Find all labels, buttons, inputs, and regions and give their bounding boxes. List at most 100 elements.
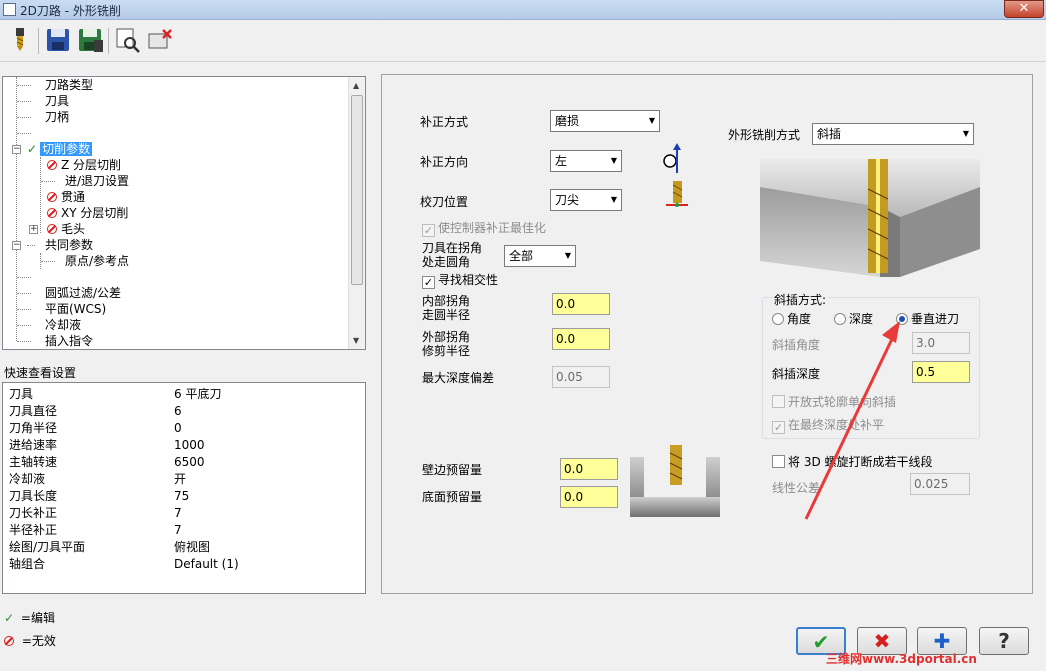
table-row: 刀长补正 7 bbox=[9, 506, 182, 520]
tree-item-blank[interactable] bbox=[17, 269, 45, 285]
table-row: 主轴转速 6500 bbox=[9, 455, 205, 469]
tree-item-tool[interactable]: 刀具 bbox=[17, 93, 69, 109]
comp-type-select[interactable]: 磨损 ▼ bbox=[550, 110, 660, 132]
collapse-toggle[interactable]: − bbox=[12, 145, 21, 154]
check-icon: ✓ bbox=[27, 142, 38, 156]
invalid-icon bbox=[4, 636, 14, 646]
chevron-down-icon: ▼ bbox=[610, 156, 617, 165]
linear-tol-input[interactable]: 0.025 bbox=[910, 473, 970, 495]
delete-button[interactable] bbox=[146, 26, 174, 54]
table-row: 刀角半径 0 bbox=[9, 421, 182, 435]
table-row: 轴组合 Default (1) bbox=[9, 557, 239, 571]
outer-corner-label: 外部拐角 修剪半径 bbox=[422, 330, 471, 358]
chevron-down-icon: ▼ bbox=[564, 251, 571, 260]
ramp-angle-input[interactable]: 3.0 bbox=[912, 332, 970, 354]
wall-stock-label: 壁边预留量 bbox=[422, 463, 483, 477]
invalid-icon bbox=[47, 192, 57, 202]
comp-dir-label: 补正方向 bbox=[420, 155, 469, 169]
tree-line bbox=[40, 157, 41, 233]
ramp-depth-input[interactable]: 0.5 bbox=[912, 361, 970, 383]
table-row: 刀具 6 平底刀 bbox=[9, 387, 222, 401]
quick-view-table: 刀具 6 平底刀 刀具直径 6 刀角半径 0 进给速率 1000 主轴转速 6500 冷却… bbox=[2, 382, 366, 594]
quick-view-title: 快速查看设置 bbox=[4, 366, 77, 380]
tree-item-home-ref[interactable]: 原点/参考点 bbox=[41, 253, 129, 269]
tree-scrollbar[interactable]: ▲ ▼ bbox=[348, 77, 365, 349]
save-as-button[interactable] bbox=[76, 26, 104, 54]
chevron-down-icon: ▼ bbox=[648, 116, 655, 125]
tree-item-cut-params[interactable]: ✓ 切削参数 bbox=[27, 141, 93, 157]
max-depth-variance-input[interactable]: 0.05 bbox=[552, 366, 610, 388]
save-button[interactable] bbox=[44, 26, 72, 54]
help-button[interactable]: ? bbox=[979, 627, 1029, 655]
tree-item-coolant[interactable]: 冷却液 bbox=[17, 317, 81, 333]
comp-dir-select[interactable]: 左 ▼ bbox=[550, 150, 622, 172]
invalid-icon bbox=[47, 208, 57, 218]
comp-direction-icon bbox=[663, 143, 681, 173]
floor-stock-label: 底面预留量 bbox=[422, 490, 483, 504]
tool-button[interactable] bbox=[6, 26, 34, 54]
floor-stock-input[interactable]: 0.0 bbox=[560, 486, 618, 508]
table-row: 半径补正 7 bbox=[9, 523, 182, 537]
contour-preview-image bbox=[760, 159, 980, 277]
tree-item-depth-cuts[interactable]: Z 分层切削 bbox=[47, 157, 121, 173]
cut-params-panel: 补正方式 磨损 ▼ 补正方向 左 ▼ 校刀位置 刀尖 ▼ ✓ 使控制器补正最佳化 刀具在… bbox=[381, 74, 1033, 594]
table-row: 冷却液开 bbox=[9, 472, 187, 486]
legend-invalid: =无效 bbox=[4, 632, 56, 649]
table-row: 刀具直径 6 bbox=[9, 404, 182, 418]
close-icon: ✕ bbox=[1018, 1, 1030, 16]
title-bar: 2D刀路 - 外形铣削 ✕ bbox=[0, 0, 1046, 20]
preview-button[interactable] bbox=[114, 26, 142, 54]
tool-icon bbox=[16, 28, 24, 51]
tool-tip-icon bbox=[666, 181, 688, 207]
watermark: 三维网www.3dportal.cn bbox=[826, 652, 977, 666]
parameter-tree: 刀路类型 刀具 刀柄 − ✓ 切削参数 Z 分层切削 进/退刀设置 贯通 XY 分… bbox=[2, 76, 366, 350]
tree-item-blank[interactable] bbox=[17, 125, 45, 141]
toolbar-separator bbox=[108, 28, 109, 54]
app-icon bbox=[3, 3, 16, 16]
tip-comp-select[interactable]: 刀尖 ▼ bbox=[550, 189, 622, 211]
outer-corner-radius-input[interactable]: 0.0 bbox=[552, 328, 610, 350]
optimize-comp-checkbox[interactable]: ✓ 使控制器补正最佳化 bbox=[422, 219, 546, 237]
close-button[interactable]: ✕ bbox=[1004, 0, 1044, 18]
scroll-down-icon[interactable]: ▼ bbox=[353, 336, 359, 345]
contour-type-label: 外形铣削方式 bbox=[728, 128, 801, 142]
roll-corners-select[interactable]: 全部 ▼ bbox=[504, 245, 576, 267]
inner-corner-label: 内部拐角 走圆半径 bbox=[422, 294, 471, 322]
invalid-icon bbox=[47, 160, 57, 170]
comp-type-label: 补正方式 bbox=[420, 115, 469, 129]
table-row: 进给速率 1000 bbox=[9, 438, 205, 452]
collapse-toggle[interactable]: − bbox=[12, 241, 21, 250]
check-icon: ✓ bbox=[4, 611, 15, 625]
find-intersect-checkbox[interactable]: ✓ 寻找相交性 bbox=[422, 271, 498, 289]
scroll-up-icon[interactable]: ▲ bbox=[353, 81, 359, 90]
legend-edit: ✓ =编辑 bbox=[4, 611, 55, 625]
tree-item-break-through[interactable]: 贯通 bbox=[47, 189, 85, 205]
tree-item-canned-text[interactable]: 插入指令 bbox=[17, 333, 93, 349]
toolbar-separator bbox=[38, 28, 39, 54]
tree-item-toolpath-type[interactable]: 刀路类型 bbox=[17, 77, 93, 93]
tree-item-linking-params[interactable]: 共同参数 bbox=[27, 237, 93, 253]
inner-corner-radius-input[interactable]: 0.0 bbox=[552, 293, 610, 315]
wall-stock-input[interactable]: 0.0 bbox=[560, 458, 618, 480]
table-row: 绘图/刀具平面 俯视图 bbox=[9, 540, 211, 554]
delete-icon bbox=[148, 29, 172, 49]
window-title: 2D刀路 - 外形铣削 bbox=[20, 4, 121, 18]
chevron-down-icon: ▼ bbox=[610, 195, 617, 204]
expand-toggle[interactable]: + bbox=[29, 225, 38, 234]
tree-item-multi-passes[interactable]: XY 分层切削 bbox=[47, 205, 128, 221]
preview-icon bbox=[116, 28, 140, 53]
chevron-down-icon: ▼ bbox=[962, 129, 969, 138]
save-icon bbox=[47, 29, 69, 51]
tree-item-arc-filter[interactable]: 圆弧过滤/公差 bbox=[17, 285, 121, 301]
scroll-thumb[interactable] bbox=[351, 95, 363, 285]
max-depth-label: 最大深度偏差 bbox=[422, 371, 495, 385]
tree-item-planes[interactable]: 平面(WCS) bbox=[17, 301, 106, 317]
tree-item-lead-in-out[interactable]: 进/退刀设置 bbox=[41, 173, 129, 189]
contour-type-select[interactable]: 斜插 ▼ bbox=[812, 123, 974, 145]
table-row: 刀具长度 75 bbox=[9, 489, 190, 503]
annotation-arrow bbox=[804, 321, 900, 520]
tree-item-tabs[interactable]: 毛头 bbox=[47, 221, 85, 237]
ramp-group-label: 斜插方式: bbox=[772, 291, 829, 308]
help-icon: ? bbox=[998, 629, 1010, 653]
tree-item-holder[interactable]: 刀柄 bbox=[17, 109, 69, 125]
